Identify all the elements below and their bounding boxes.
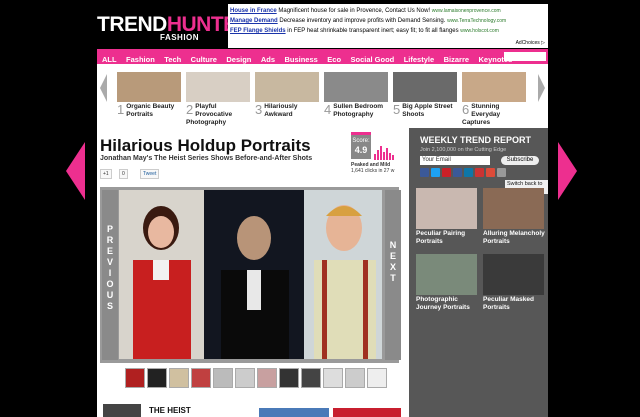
tweet-button[interactable]: Tweet	[140, 169, 160, 179]
sidebar-thumb-3[interactable]	[416, 254, 477, 295]
sidebar-item-1[interactable]: Peculiar Pairing Portraits	[416, 230, 480, 246]
category-nav: ALL Fashion Tech Culture Design Ads Busi…	[97, 49, 548, 64]
linkedin-icon[interactable]	[464, 168, 473, 177]
carousel-item-5[interactable]: 5 Big Apple Street Shoots	[393, 103, 457, 119]
gplus-button[interactable]: +1	[100, 169, 112, 179]
ad-line-1[interactable]: House in France Magnificent house for sa…	[228, 6, 548, 16]
sidebar-item-4[interactable]: Peculiar Masked Portraits	[483, 296, 547, 312]
carousel-item-3[interactable]: 3 Hilariously Awkward	[255, 103, 317, 119]
next-button[interactable]: NEXT	[385, 190, 401, 360]
email-field[interactable]: Your Email	[420, 156, 490, 165]
score-graph-icon	[374, 146, 394, 160]
ad-line-2[interactable]: Manage Demand Decrease inventory and imp…	[228, 16, 548, 26]
filmstrip-thumb[interactable]	[279, 368, 299, 388]
gplus-count: 0	[119, 169, 128, 179]
filmstrip-thumb[interactable]	[301, 368, 321, 388]
trend-carousel: 1 Organic Beauty Portraits 2 Playful Provo…	[97, 64, 548, 128]
sidebar-thumb-1[interactable]	[416, 188, 477, 229]
score-badge: Score: 4.9	[351, 135, 371, 159]
filmstrip-thumb[interactable]	[125, 368, 145, 388]
carousel-next-arrow-icon[interactable]	[538, 74, 545, 102]
adchoices-link[interactable]: AdChoices ▷	[516, 40, 545, 46]
trend-report-subtitle: Join 2,100,000 on the Cutting Edge	[420, 147, 507, 153]
carousel-prev-arrow-icon[interactable]	[100, 74, 107, 102]
related-thumb[interactable]	[103, 404, 141, 417]
page-next-arrow-icon[interactable]	[558, 142, 577, 200]
carousel-item-2[interactable]: 2 Playful Provocative Photography	[186, 103, 252, 127]
article-subtitle: Jonathan May's The Heist Series Shows Be…	[100, 155, 313, 162]
page-prev-arrow-icon[interactable]	[66, 142, 85, 200]
previous-button[interactable]: PREVIOUS	[102, 190, 118, 360]
portrait-image	[119, 190, 382, 359]
filmstrip-thumb[interactable]	[345, 368, 365, 388]
sidebar-thumb-2[interactable]	[483, 188, 544, 229]
filmstrip-thumb[interactable]	[323, 368, 343, 388]
search-input[interactable]	[504, 52, 546, 61]
sidebar-item-3[interactable]: Photographic Journey Portraits	[416, 296, 480, 312]
filmstrip-thumb[interactable]	[257, 368, 277, 388]
pinterest-icon[interactable]	[442, 168, 451, 177]
logo-subtitle: FASHION	[160, 33, 200, 42]
filmstrip-thumb[interactable]	[367, 368, 387, 388]
carousel-item-4[interactable]: 4 Sullen Bedroom Photography	[324, 103, 388, 119]
score-info: Peaked and Mild 1,641 clicks in 27 w	[351, 162, 395, 174]
googleplus-icon[interactable]	[486, 168, 495, 177]
article-panel: Hilarious Holdup Portraits Jonathan May'…	[97, 128, 409, 417]
trend-report-sidebar: WEEKLY TREND REPORT Join 2,100,000 on th…	[409, 128, 548, 417]
carousel-thumb-5[interactable]	[393, 72, 457, 102]
sidebar-thumb-4[interactable]	[483, 254, 544, 295]
facebook-icon[interactable]	[420, 168, 429, 177]
carousel-item-1[interactable]: 1 Organic Beauty Portraits	[117, 103, 181, 119]
filmstrip-thumb[interactable]	[235, 368, 255, 388]
subscribe-button[interactable]: Subscribe	[501, 156, 539, 165]
related-title[interactable]: THE HEIST	[149, 406, 191, 415]
filmstrip-thumb[interactable]	[191, 368, 211, 388]
article-photo[interactable]	[119, 190, 382, 359]
filmstrip-thumb[interactable]	[147, 368, 167, 388]
tumblr-icon[interactable]	[453, 168, 462, 177]
carousel-thumb-3[interactable]	[255, 72, 319, 102]
carousel-thumb-1[interactable]	[117, 72, 181, 102]
ad-banner[interactable]: House in France Magnificent house for sa…	[228, 4, 548, 48]
carousel-thumb-4[interactable]	[324, 72, 388, 102]
twitter-icon[interactable]	[431, 168, 440, 177]
carousel-thumb-2[interactable]	[186, 72, 250, 102]
youtube-icon[interactable]	[475, 168, 484, 177]
bottom-ad-banner[interactable]	[259, 408, 329, 417]
ad-line-3[interactable]: FEP Flange Shields in FEP heat shrinkabl…	[228, 26, 548, 36]
bottom-ad-banner-2[interactable]	[333, 408, 401, 417]
article-title: Hilarious Holdup Portraits	[100, 136, 311, 155]
carousel-thumb-6[interactable]	[462, 72, 526, 102]
filmstrip-thumb[interactable]	[213, 368, 233, 388]
carousel-item-6[interactable]: 6 Stunning Everyday Captures	[462, 103, 528, 127]
sidebar-item-2[interactable]: Alluring Melancholy Portraits	[483, 230, 547, 246]
rss-icon[interactable]	[497, 168, 506, 177]
trend-report-title: WEEKLY TREND REPORT	[420, 135, 532, 145]
filmstrip-thumb[interactable]	[169, 368, 189, 388]
